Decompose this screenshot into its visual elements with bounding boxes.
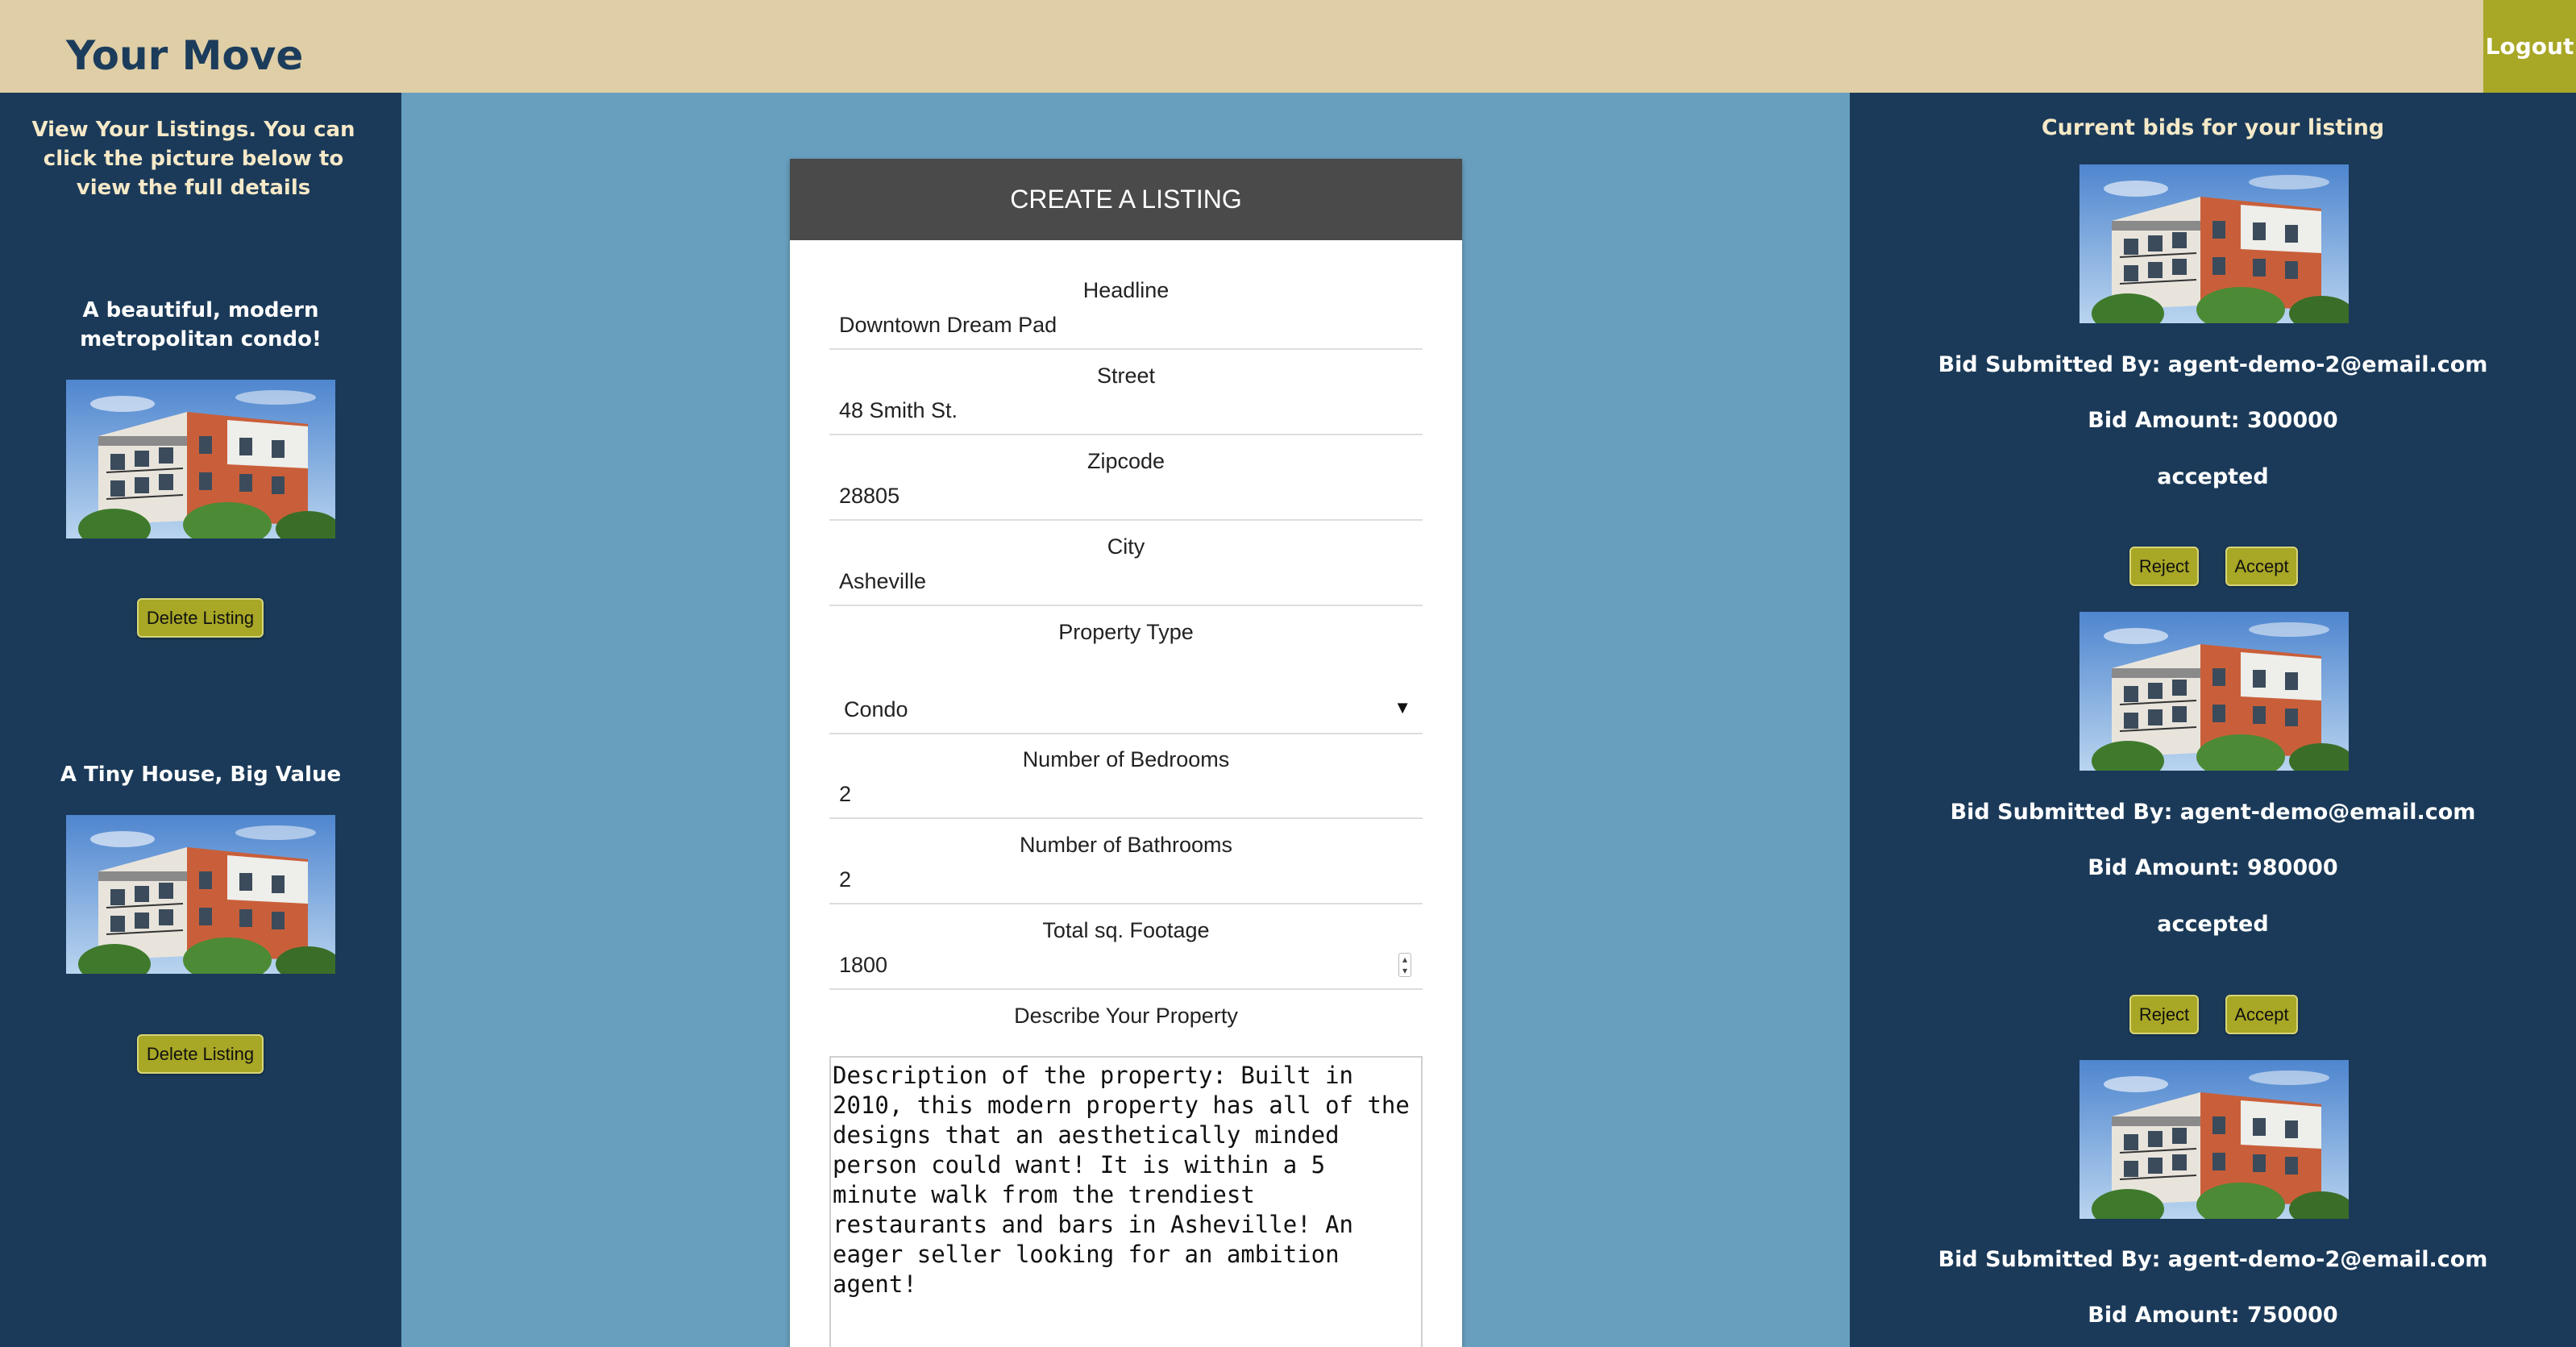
zipcode-label: Zipcode bbox=[1086, 449, 1165, 473]
bid-amount: Bid Amount: 980000 bbox=[2088, 855, 2338, 880]
bid-amount: Bid Amount: 750000 bbox=[2088, 1303, 2338, 1328]
bedrooms-input[interactable]: 2 bbox=[829, 771, 1423, 819]
bid-submitter: Bid Submitted By: agent-demo-2@email.com bbox=[1938, 352, 2488, 377]
bid-status: accepted bbox=[2157, 464, 2269, 489]
city-input[interactable]: Asheville bbox=[829, 558, 1423, 606]
sqft-label: Total sq. Footage bbox=[1042, 918, 1210, 942]
listing-title: A beautiful, modern metropolitan condo! bbox=[80, 298, 322, 351]
bid-status: accepted bbox=[2157, 912, 2269, 937]
number-spinner-icon[interactable]: ▴ ▾ bbox=[1398, 953, 1411, 977]
logout-button[interactable]: Logout bbox=[2483, 0, 2576, 93]
dropdown-arrow-icon: ▼ bbox=[1394, 697, 1411, 717]
accept-bid-button[interactable]: Accept bbox=[2225, 547, 2298, 586]
bid-submitter: Bid Submitted By: agent-demo-2@email.com bbox=[1938, 1247, 2488, 1272]
building-photo-icon bbox=[2079, 164, 2349, 323]
street-input[interactable]: 48 Smith St. bbox=[829, 387, 1423, 435]
property-type-label: Property Type bbox=[1058, 620, 1194, 644]
reject-bid-button[interactable]: Reject bbox=[2129, 995, 2199, 1034]
city-label: City bbox=[1107, 534, 1145, 559]
my-listings-sidebar: View Your Listings. You can click the pi… bbox=[0, 93, 401, 1347]
headline-label: Headline bbox=[1082, 278, 1170, 302]
bedrooms-label: Number of Bedrooms bbox=[1022, 747, 1230, 771]
bid-thumbnail[interactable] bbox=[2079, 1060, 2349, 1219]
delete-listing-button[interactable]: Delete Listing bbox=[137, 598, 264, 638]
create-listing-form: CREATE A LISTING Headline Downtown Dream… bbox=[790, 159, 1462, 1347]
accept-bid-button[interactable]: Accept bbox=[2225, 995, 2298, 1034]
building-photo-icon bbox=[66, 380, 335, 538]
property-type-select[interactable]: Condo ▼ bbox=[829, 686, 1423, 734]
building-photo-icon bbox=[2079, 1060, 2349, 1219]
reject-bid-button[interactable]: Reject bbox=[2129, 547, 2199, 586]
sqft-value: 1800 bbox=[839, 952, 888, 977]
app-title: Your Move bbox=[66, 32, 304, 79]
sqft-input[interactable]: 1800 ▴ ▾ bbox=[829, 942, 1423, 990]
bid-amount: Bid Amount: 300000 bbox=[2088, 408, 2338, 433]
bid-thumbnail[interactable] bbox=[2079, 612, 2349, 771]
delete-listing-button[interactable]: Delete Listing bbox=[137, 1034, 264, 1074]
zipcode-input[interactable]: 28805 bbox=[829, 472, 1423, 521]
property-type-value: Condo bbox=[844, 696, 908, 721]
listings-intro-text: View Your Listings. You can click the pi… bbox=[31, 118, 355, 200]
building-photo-icon bbox=[2079, 612, 2349, 771]
description-textarea[interactable]: Description of the property: Built in 20… bbox=[829, 1056, 1423, 1347]
description-label: Describe Your Property bbox=[1014, 1004, 1238, 1028]
bathrooms-input[interactable]: 2 bbox=[829, 856, 1423, 904]
street-label: Street bbox=[1096, 364, 1156, 388]
form-heading: CREATE A LISTING bbox=[790, 159, 1462, 240]
listing-thumbnail[interactable] bbox=[66, 380, 335, 538]
bid-submitter: Bid Submitted By: agent-demo@email.com bbox=[1950, 800, 2476, 825]
bids-sidebar: Current bids for your listing Bid Submit… bbox=[1850, 93, 2576, 1347]
listing-thumbnail[interactable] bbox=[66, 815, 335, 974]
bathrooms-label: Number of Bathrooms bbox=[1019, 833, 1233, 857]
listing-title: A Tiny House, Big Value bbox=[60, 763, 342, 787]
bid-thumbnail[interactable] bbox=[2079, 164, 2349, 323]
building-photo-icon bbox=[66, 815, 335, 974]
bids-title: Current bids for your listing bbox=[2041, 115, 2385, 140]
headline-input[interactable]: Downtown Dream Pad bbox=[829, 301, 1423, 350]
top-header: Your Move Logout bbox=[0, 0, 2576, 93]
